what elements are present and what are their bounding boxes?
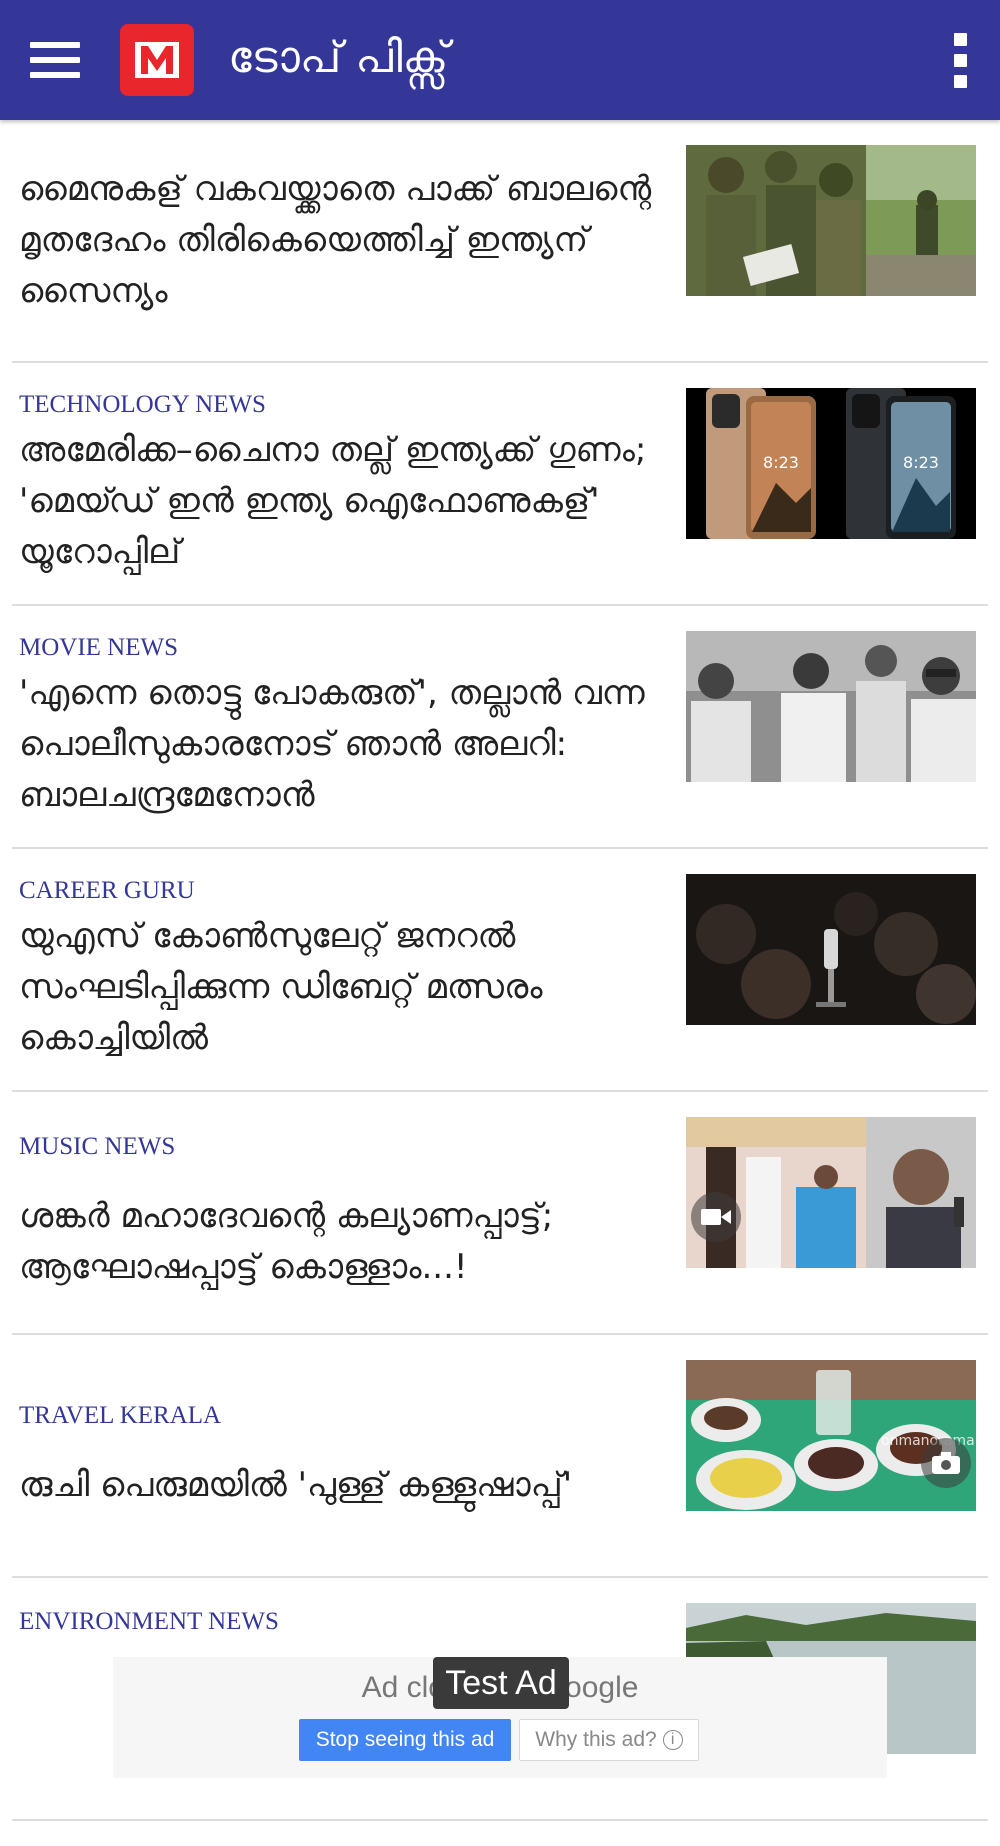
news-category[interactable]: TRAVEL KERALA	[19, 1400, 669, 1432]
why-this-ad-button[interactable]: Why this ad? i	[519, 1719, 699, 1761]
news-thumbnail[interactable]	[686, 631, 976, 782]
news-category[interactable]: MOVIE NEWS	[19, 632, 669, 664]
news-thumbnail[interactable]: onmanorama	[686, 1360, 976, 1511]
news-headline: മൈനുകള് വകവയ്ക്കാതെ പാക്ക് ബാലന്റെ മൃതദേ…	[19, 168, 652, 311]
news-item[interactable]: TRAVEL KERALA രുചി പെരുമയിൽ 'പുള്ള് കള്ള…	[12, 1335, 988, 1578]
video-camera-icon	[691, 1192, 741, 1242]
dot-icon	[953, 32, 967, 46]
news-headline: അമേരിക്ക–ചൈനാ തല്ല് ഇന്ത്യക്ക് ഗുണം; 'മെ…	[19, 429, 647, 572]
info-icon: i	[662, 1730, 683, 1750]
page-title: ടോപ് പിക്സ്	[228, 32, 449, 83]
news-item[interactable]: MOVIE NEWS 'എന്നെ തൊട്ടു പോകരുത്', തല്ലാ…	[12, 606, 988, 849]
app-bar: ടോപ് പിക്സ്	[0, 0, 1000, 120]
svg-text:8:23: 8:23	[763, 453, 799, 472]
svg-text:8:23: 8:23	[903, 453, 939, 472]
news-item[interactable]: TECHNOLOGY NEWS അമേരിക്ക–ചൈനാ തല്ല് ഇന്ത…	[12, 363, 988, 606]
news-feed[interactable]: മൈനുകള് വകവയ്ക്കാതെ പാക്ക് ബാലന്റെ മൃതദേ…	[0, 120, 1000, 1821]
news-text: മൈനുകള് വകവയ്ക്കാതെ പാക്ക് ബാലന്റെ മൃതദേ…	[19, 120, 669, 360]
test-ad-label: Test Ad	[433, 1657, 569, 1709]
camera-icon	[921, 1438, 971, 1488]
news-category[interactable]: TECHNOLOGY NEWS	[19, 389, 669, 421]
news-item[interactable]: MUSIC NEWS ശങ്കർ മഹാദേവന്റെ കല്യാണപ്പാട്…	[12, 1092, 988, 1335]
news-thumbnail[interactable]	[686, 874, 976, 1025]
ad-banner: Ad closed by Google Test Ad Stop seeing …	[113, 1657, 887, 1778]
news-text: TRAVEL KERALA രുചി പെരുമയിൽ 'പുള്ള് കള്ള…	[19, 1335, 669, 1575]
news-text: TECHNOLOGY NEWS അമേരിക്ക–ചൈനാ തല്ല് ഇന്ത…	[19, 363, 669, 603]
news-headline: ശങ്കർ മഹാദേവന്റെ കല്യാണപ്പാട്ട്; ആഘോഷപ്പ…	[19, 1196, 554, 1287]
menu-button[interactable]	[0, 0, 110, 120]
news-thumbnail[interactable]: 8:23 8:23	[686, 388, 976, 539]
news-thumbnail[interactable]	[686, 145, 976, 296]
manorama-logo-icon[interactable]	[120, 24, 194, 96]
hamburger-menu-icon	[30, 33, 80, 87]
news-headline: 'എന്നെ തൊട്ടു പോകരുത്', തല്ലാൻ വന്ന പൊലീ…	[19, 672, 645, 815]
news-item[interactable]: മൈനുകള് വകവയ്ക്കാതെ പാക്ക് ബാലന്റെ മൃതദേ…	[12, 120, 988, 363]
news-category[interactable]: CAREER GURU	[19, 875, 669, 907]
stop-seeing-ad-button[interactable]: Stop seeing this ad	[299, 1719, 511, 1761]
news-text: CAREER GURU യുഎസ് കോൺസുലേറ്റ് ജനറൽ സംഘടി…	[19, 849, 669, 1089]
more-options-button[interactable]	[920, 0, 1000, 120]
news-thumbnail[interactable]	[686, 1117, 976, 1268]
dot-icon	[953, 74, 967, 88]
why-this-ad-label: Why this ad?	[535, 1728, 657, 1751]
news-item[interactable]: CAREER GURU യുഎസ് കോൺസുലേറ്റ് ജനറൽ സംഘടി…	[12, 849, 988, 1092]
news-category[interactable]: ENVIRONMENT NEWS	[19, 1606, 669, 1638]
news-text: MUSIC NEWS ശങ്കർ മഹാദേവന്റെ കല്യാണപ്പാട്…	[19, 1092, 669, 1332]
news-text: MOVIE NEWS 'എന്നെ തൊട്ടു പോകരുത്', തല്ലാ…	[19, 606, 669, 846]
news-headline: രുചി പെരുമയിൽ 'പുള്ള് കള്ളുഷാപ്പ്'	[19, 1464, 573, 1505]
dot-icon	[953, 53, 967, 67]
news-category[interactable]: MUSIC NEWS	[19, 1131, 669, 1163]
news-headline: യുഎസ് കോൺസുലേറ്റ് ജനറൽ സംഘടിപ്പിക്കുന്ന …	[19, 915, 543, 1058]
